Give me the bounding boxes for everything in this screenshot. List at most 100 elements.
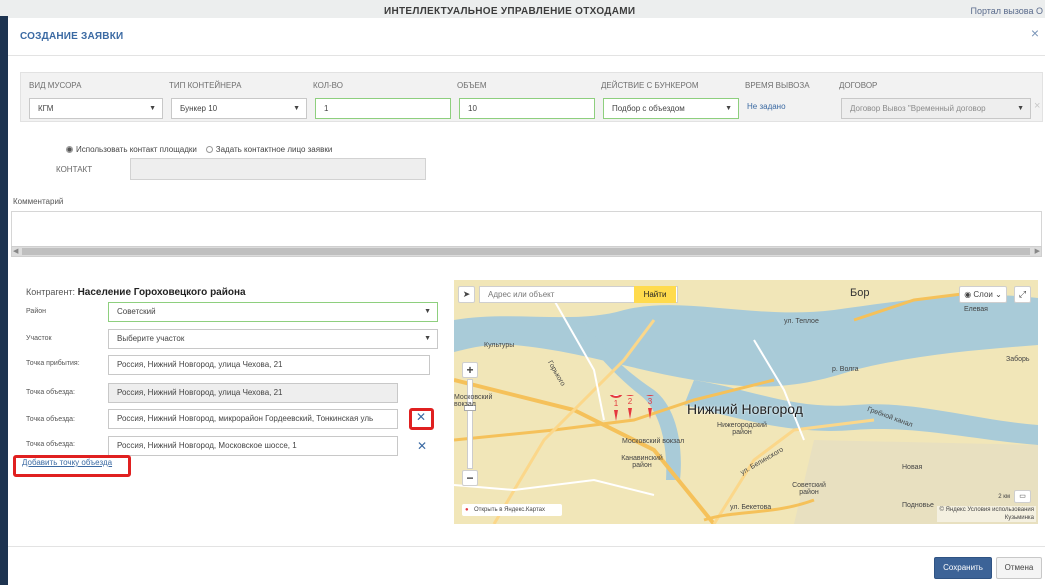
yandex-pin-icon: ●	[465, 507, 469, 513]
map-place-sovetsky: Советский район	[792, 482, 826, 496]
open-in-yandex-link[interactable]: ● Открыть в Яндекс.Картах	[462, 504, 562, 516]
contact-field[interactable]	[130, 158, 426, 180]
map-copyright-line-1[interactable]: © Яндекс Условия использования	[939, 506, 1034, 514]
map-place-kanavinsky: Канавинский район	[621, 455, 663, 469]
bunker-action-select[interactable]: Подбор с объездом ▼	[603, 98, 739, 119]
section-value: Выберите участок	[117, 334, 185, 343]
ruler-icon[interactable]: ▭	[1014, 490, 1031, 503]
map-search-placeholder: Адрес или объект	[488, 290, 555, 299]
column-header-waste-type: ВИД МУСОРА	[29, 81, 82, 90]
column-header-bunker-action: ДЕЙСТВИЕ С БУНКЕРОМ	[601, 81, 699, 90]
waste-type-value: КГМ	[38, 104, 54, 113]
remove-detour-icon[interactable]: ✕	[417, 439, 427, 453]
highlight-add-detour	[13, 455, 131, 477]
map-place-beketova: ул. Бекетова	[730, 504, 772, 511]
quantity-value: 1	[324, 104, 329, 113]
contract-select[interactable]: Договор Вывоз "Временный договор ▼	[841, 98, 1031, 119]
column-header-pickup-time: ВРЕМЯ ВЫВОЗА	[745, 81, 810, 90]
arrival-point-label: Точка прибытия:	[26, 360, 80, 367]
district-value: Советский	[117, 307, 156, 316]
detour-point-value-1: Россия, Нижний Новгород, улица Чехова, 2…	[117, 388, 283, 397]
map-place-moskovsky-left: Московский вокзал	[454, 394, 493, 408]
remove-row-icon[interactable]: ×	[1034, 100, 1040, 112]
request-items-table: ВИД МУСОРА ТИП КОНТЕЙНЕРА КОЛ-ВО ОБЪЕМ Д…	[20, 72, 1043, 122]
close-icon[interactable]: ×	[1031, 25, 1039, 41]
radio-checked-icon	[66, 146, 73, 153]
background-sidebar	[0, 16, 8, 585]
zoom-slider[interactable]	[467, 379, 473, 469]
map-layers-button[interactable]: ◉ Слои ⌄	[959, 286, 1007, 303]
map-place-volga: р. Волга	[832, 366, 859, 373]
column-header-quantity: КОЛ-ВО	[313, 81, 343, 90]
background-header: ИНТЕЛЛЕКТУАЛЬНОЕ УПРАВЛЕНИЕ ОТХОДАМИ Пор…	[0, 0, 1045, 17]
waste-type-select[interactable]: КГМ ▼	[29, 98, 163, 119]
column-header-volume: ОБЪЕМ	[457, 81, 487, 90]
arrival-point-input[interactable]: Россия, Нижний Новгород, улица Чехова, 2…	[108, 355, 430, 375]
scrollbar-thumb[interactable]	[22, 248, 1030, 255]
map-marker-label: 1	[614, 399, 619, 408]
map-find-button[interactable]: Найти	[634, 286, 676, 303]
cancel-button[interactable]: Отмена	[996, 557, 1042, 579]
radio-use-site-contact[interactable]: Использовать контакт площадки	[66, 145, 197, 154]
map-place-teplovoe: ул. Теплое	[784, 318, 819, 325]
footer-divider	[8, 546, 1045, 547]
detour-point-label: Точка объезда:	[26, 389, 75, 396]
volume-input[interactable]: 10	[459, 98, 595, 119]
dropdown-caret-icon: ▼	[725, 105, 732, 112]
map-place-bor: Бор	[850, 287, 870, 299]
map-place-elevaya: Елевая	[964, 306, 988, 313]
column-header-contract: ДОГОВОР	[839, 81, 878, 90]
dropdown-caret-icon: ▼	[149, 105, 156, 112]
dialog-header: СОЗДАНИЕ ЗАЯВКИ ×	[8, 18, 1045, 56]
column-header-container-type: ТИП КОНТЕЙНЕРА	[169, 81, 242, 90]
radio-custom-contact[interactable]: Задать контактное лицо заявки	[205, 145, 332, 154]
bunker-action-value: Подбор с объездом	[612, 104, 685, 113]
open-in-yandex-label: Открыть в Яндекс.Картах	[474, 507, 545, 513]
container-type-select[interactable]: Бункер 10 ▼	[171, 98, 307, 119]
radio-use-site-contact-label: Использовать контакт площадки	[76, 145, 197, 154]
detour-point-label: Точка объезда:	[26, 441, 75, 448]
scroll-right-icon[interactable]: ▶	[1035, 247, 1040, 255]
counterparty-label: Контрагент:	[26, 287, 76, 297]
section-select[interactable]: Выберите участок ▼	[108, 329, 438, 349]
detour-point-value-3: Россия, Нижний Новгород, Московское шосс…	[117, 441, 297, 450]
background-portal-link[interactable]: Портал вызова О	[970, 6, 1043, 16]
volume-value: 10	[468, 104, 477, 113]
map-city-label: Нижний Новгород	[687, 401, 803, 417]
map-place-kultury: Культуры	[484, 342, 515, 349]
map-place-zabore: Заборь	[1006, 356, 1030, 363]
background-app-title: ИНТЕЛЛЕКТУАЛЬНОЕ УПРАВЛЕНИЕ ОТХОДАМИ	[384, 6, 636, 17]
map-copyright-line-2: Кузьминка	[1004, 515, 1034, 521]
zoom-out-button[interactable]: −	[462, 470, 478, 486]
dropdown-caret-icon: ▼	[1013, 99, 1024, 118]
horizontal-scrollbar[interactable]: ◀ ▶	[11, 246, 1042, 257]
contact-label: КОНТАКТ	[56, 165, 93, 174]
route-markers[interactable]: 1 2 3	[606, 395, 666, 425]
dropdown-caret-icon: ▼	[424, 308, 431, 315]
container-type-value: Бункер 10	[180, 104, 218, 113]
remove-detour-icon[interactable]: ✕	[416, 410, 426, 424]
radio-unchecked-icon	[205, 146, 213, 153]
fullscreen-icon[interactable]: ⤢	[1014, 286, 1031, 303]
map-scale: 2 км	[998, 494, 1010, 500]
district-select[interactable]: Советский ▼	[108, 302, 438, 322]
yandex-map[interactable]: ➤ Адрес или объект Найти ◉ Слои ⌄ ⤢ + − …	[454, 280, 1038, 524]
save-button[interactable]: Сохранить	[934, 557, 992, 579]
detour-point-label: Точка объезда:	[26, 416, 75, 423]
dialog-title: СОЗДАНИЕ ЗАЯВКИ	[20, 31, 124, 42]
zoom-in-button[interactable]: +	[462, 362, 478, 378]
scroll-left-icon[interactable]: ◀	[13, 247, 18, 255]
locate-icon[interactable]: ➤	[458, 286, 475, 303]
quantity-input[interactable]: 1	[315, 98, 451, 119]
create-request-dialog: СОЗДАНИЕ ЗАЯВКИ × ВИД МУСОРА ТИП КОНТЕЙН…	[8, 18, 1045, 585]
detour-point-input-3[interactable]: Россия, Нижний Новгород, Московское шосс…	[108, 436, 398, 456]
detour-point-input-2[interactable]: Россия, Нижний Новгород, микрорайон Горд…	[108, 409, 398, 429]
detour-point-value-2: Россия, Нижний Новгород, микрорайон Горд…	[117, 414, 374, 423]
layers-icon: ◉	[964, 290, 972, 299]
pickup-time-link[interactable]: Не задано	[747, 102, 786, 111]
map-place-moskovsky: Московский вокзал	[622, 438, 685, 445]
chevron-down-icon: ⌄	[995, 290, 1002, 299]
contact-options: Использовать контакт площадки Задать кон…	[66, 145, 332, 154]
map-place-novaya: Новая	[902, 464, 923, 471]
map-marker-label: 2	[628, 397, 633, 406]
